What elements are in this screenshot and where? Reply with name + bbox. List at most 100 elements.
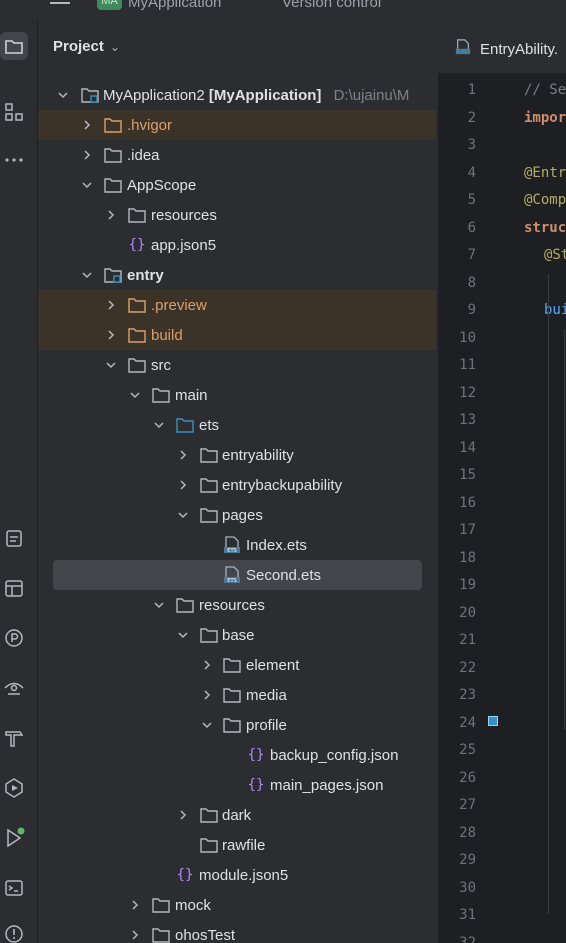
chevron-down-icon[interactable] xyxy=(152,598,166,612)
chevron-right-icon[interactable] xyxy=(128,928,142,942)
tree-row-pages[interactable]: pages xyxy=(38,500,436,530)
tree-row-app-json5[interactable]: {} app.json5 xyxy=(38,230,436,260)
tree-row-idea[interactable]: .idea xyxy=(38,140,436,170)
profiler-icon[interactable] xyxy=(2,626,26,650)
chevron-right-icon[interactable] xyxy=(80,148,94,162)
chevron-down-icon[interactable] xyxy=(176,628,190,642)
chevron-down-icon[interactable] xyxy=(80,178,94,192)
project-badge[interactable]: MA xyxy=(97,0,122,10)
chevron-right-icon[interactable] xyxy=(104,328,118,342)
tree-row-entryability[interactable]: entryability xyxy=(38,440,436,470)
line-number: 6 xyxy=(467,220,476,236)
tree-row-preview[interactable]: .preview xyxy=(38,290,436,320)
tree-label: dark xyxy=(222,806,252,824)
chevron-down-icon[interactable] xyxy=(104,358,118,372)
chevron-down-icon[interactable] xyxy=(176,508,190,522)
chevron-right-icon[interactable] xyxy=(200,658,214,672)
tree-row-profile[interactable]: profile xyxy=(38,710,436,740)
folder-icon xyxy=(222,656,242,674)
tree-row-main-pages-json[interactable]: {} main_pages.json xyxy=(38,770,436,800)
tree-row-entry[interactable]: entry xyxy=(38,260,436,290)
line-number: 7 xyxy=(467,247,476,263)
tree-row-appscope[interactable]: AppScope xyxy=(38,170,436,200)
structure-icon[interactable] xyxy=(2,100,26,124)
ets-file-icon xyxy=(454,39,472,59)
gutter-marker[interactable] xyxy=(488,716,498,726)
chevron-down-icon[interactable] xyxy=(200,718,214,732)
chevron-down-icon[interactable] xyxy=(56,88,70,102)
tree-row-entrybackupability[interactable]: entrybackupability xyxy=(38,470,436,500)
tree-label: entry xyxy=(127,266,164,284)
chevron-right-icon[interactable] xyxy=(128,898,142,912)
project-switcher[interactable]: MyApplication xyxy=(128,0,221,11)
project-folder-icon[interactable] xyxy=(0,32,28,60)
chevron-right-icon[interactable] xyxy=(176,478,190,492)
tree-row-root[interactable]: MyApplication2 [MyApplication] D:\ujainu… xyxy=(38,80,436,110)
folder-icon xyxy=(199,836,219,854)
tree-row-index-ets[interactable]: ETS Index.ets xyxy=(38,530,436,560)
folder-icon xyxy=(199,806,219,824)
tree-label: .hvigor xyxy=(127,116,173,134)
tree-label: entrybackupability xyxy=(222,476,343,494)
tree-label: main_pages.json xyxy=(270,776,384,794)
chevron-down-icon[interactable] xyxy=(128,388,142,402)
excluded-folder-icon xyxy=(127,326,147,344)
tree-label: media xyxy=(246,686,287,704)
tab-entryability[interactable]: EntryAbility. xyxy=(454,39,558,59)
tree-row-second-ets[interactable]: ETS Second.ets xyxy=(53,560,422,590)
tree-label: src xyxy=(151,356,171,374)
svg-text:ETS: ETS xyxy=(227,578,236,584)
tree-row-appscope-resources[interactable]: resources xyxy=(38,200,436,230)
chevron-down-icon[interactable] xyxy=(152,418,166,432)
chevron-right-icon[interactable] xyxy=(80,118,94,132)
chevron-right-icon[interactable] xyxy=(176,448,190,462)
chevron-right-icon[interactable] xyxy=(176,808,190,822)
tree-row-ohostest[interactable]: ohosTest xyxy=(38,920,436,943)
line-number: 8 xyxy=(467,275,476,291)
tree-row-hvigor[interactable]: .hvigor xyxy=(38,110,436,140)
line-number: 26 xyxy=(459,770,476,786)
line-number: 25 xyxy=(459,742,476,758)
tree-row-ets[interactable]: ets xyxy=(38,410,436,440)
preview-eye-icon[interactable] xyxy=(2,676,26,700)
tree-row-element[interactable]: element xyxy=(38,650,436,680)
indent-guide xyxy=(548,274,549,914)
line-number: 32 xyxy=(459,935,476,943)
chevron-right-icon[interactable] xyxy=(104,298,118,312)
tree-row-dark[interactable]: dark xyxy=(38,800,436,830)
build-hammer-icon[interactable] xyxy=(2,726,26,750)
tree-row-module-json5[interactable]: {} module.json5 xyxy=(38,860,436,890)
tree-label: Index.ets xyxy=(246,536,307,554)
line-number: 19 xyxy=(459,577,476,593)
project-view-selector[interactable]: Project ⌄ xyxy=(53,38,120,55)
tree-row-main-resources[interactable]: resources xyxy=(38,590,436,620)
tree-row-build[interactable]: build xyxy=(38,320,436,350)
tree-row-main[interactable]: main xyxy=(38,380,436,410)
line-number: 21 xyxy=(459,632,476,648)
layout-inspector-icon[interactable] xyxy=(2,576,26,600)
tree-row-mock[interactable]: mock xyxy=(38,890,436,920)
problems-icon[interactable] xyxy=(2,922,26,943)
tree-row-base[interactable]: base xyxy=(38,620,436,650)
terminal-icon[interactable] xyxy=(2,876,26,900)
hamburger-menu-icon[interactable] xyxy=(50,2,70,4)
todo-icon[interactable] xyxy=(2,526,26,550)
tree-row-src[interactable]: src xyxy=(38,350,436,380)
tree-row-rawfile[interactable]: rawfile xyxy=(38,830,436,860)
version-control-menu[interactable]: Version control xyxy=(282,0,381,11)
chevron-right-icon[interactable] xyxy=(200,688,214,702)
more-tools-icon[interactable] xyxy=(2,148,26,172)
module-folder-icon xyxy=(80,86,100,104)
chevron-right-icon[interactable] xyxy=(104,208,118,222)
folder-icon xyxy=(199,476,219,494)
line-number: 15 xyxy=(459,467,476,483)
tree-row-media[interactable]: media xyxy=(38,680,436,710)
json-file-icon: {} xyxy=(176,867,194,883)
tree-label: backup_config.json xyxy=(270,746,399,764)
run-icon[interactable] xyxy=(2,826,26,850)
line-number: 22 xyxy=(459,660,476,676)
chevron-down-icon[interactable] xyxy=(80,268,94,282)
services-icon[interactable] xyxy=(2,776,26,800)
tree-row-backup-config-json[interactable]: {} backup_config.json xyxy=(38,740,436,770)
code-area[interactable]: // Se impor @Entr @Comp struc @St bui xyxy=(524,74,566,943)
